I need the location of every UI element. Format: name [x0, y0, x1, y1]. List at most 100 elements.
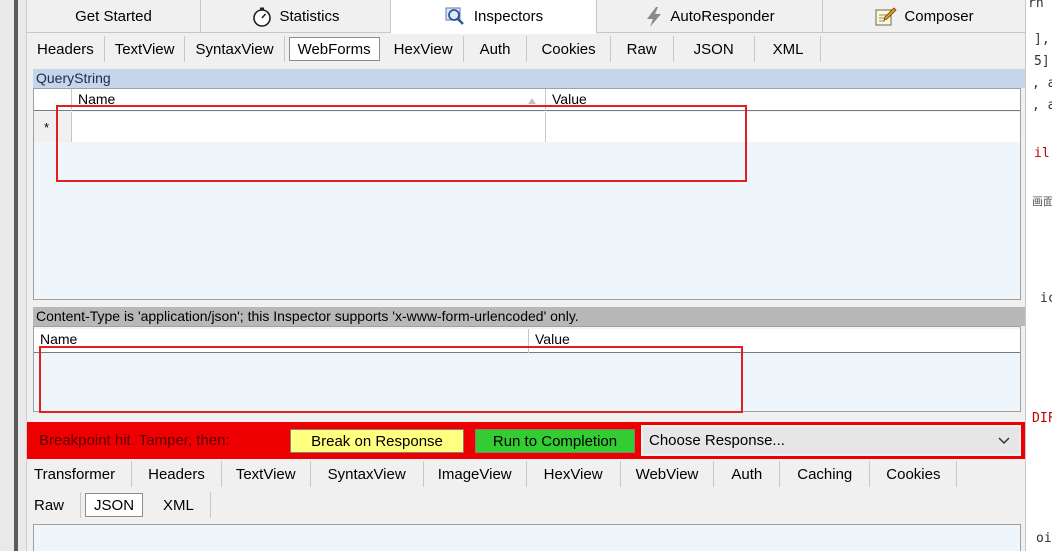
tab-label: SyntaxView — [195, 40, 274, 58]
background-code-editor: rn ], 5] , a , a il 画面 ic DIF oi — [1025, 0, 1052, 551]
code-fragment: 5] — [1034, 54, 1050, 69]
left-window-edge — [0, 0, 27, 551]
column-name-header[interactable]: Name — [34, 329, 529, 353]
tab-resp-xml[interactable]: XML — [147, 492, 211, 518]
button-label: Break on Response — [311, 432, 443, 450]
tab-label: Statistics — [279, 8, 340, 25]
tab-label: Cookies — [541, 40, 596, 58]
breakpoint-bar: Breakpoint hit. Tamper, then: Break on R… — [27, 422, 1025, 459]
tab-req-json[interactable]: JSON — [674, 36, 755, 62]
column-value-header[interactable]: Value — [529, 329, 1020, 353]
tab-resp-transformer[interactable]: Transformer — [27, 461, 133, 487]
tab-label: Get Started — [75, 8, 152, 25]
tab-get-started[interactable]: Get Started — [27, 0, 201, 33]
new-row[interactable]: * — [34, 112, 1020, 142]
code-fragment: 画面 — [1032, 195, 1052, 208]
column-label: Name — [78, 91, 116, 107]
magnifier-icon — [445, 7, 464, 25]
lightning-icon — [647, 6, 662, 27]
button-label: Run to Completion — [492, 432, 618, 450]
code-fragment: rn — [1028, 0, 1044, 11]
tab-label: SyntaxView — [327, 465, 406, 483]
tab-label: JSON — [693, 40, 734, 58]
tab-resp-raw[interactable]: Raw — [27, 492, 82, 518]
tab-statistics[interactable]: Statistics — [201, 0, 391, 33]
tab-resp-textview[interactable]: TextView — [222, 461, 311, 487]
tab-autoresponder[interactable]: AutoResponder — [597, 0, 823, 33]
column-name-header[interactable]: Name — [72, 89, 546, 111]
tab-label: ImageView — [437, 465, 512, 483]
tab-req-auth[interactable]: Auth — [464, 36, 528, 62]
response-content-area[interactable] — [33, 524, 1021, 551]
row-header-cell — [34, 89, 72, 111]
querystring-grid[interactable]: Name Value * — [33, 88, 1021, 300]
dropdown-value: Choose Response... — [649, 432, 785, 449]
name-cell[interactable] — [72, 112, 546, 142]
tab-label: Auth — [731, 465, 763, 483]
tab-label: XML — [163, 496, 194, 514]
tab-label: Raw — [34, 496, 65, 514]
body-section-header: Content-Type is 'application/json'; this… — [33, 307, 1025, 326]
tab-req-headers[interactable]: Headers — [27, 36, 105, 62]
response-subtab-strip-1: Transformer Headers TextView SyntaxView … — [27, 459, 958, 489]
code-fragment: ic — [1040, 291, 1052, 306]
tab-composer[interactable]: Composer — [823, 0, 1025, 33]
tab-label: WebForms — [297, 40, 371, 58]
code-fragment: ], — [1034, 32, 1050, 47]
break-on-response-button[interactable]: Break on Response — [290, 429, 464, 453]
tab-resp-webview[interactable]: WebView — [621, 461, 715, 487]
new-row-marker: * — [34, 112, 72, 142]
tab-resp-caching[interactable]: Caching — [780, 461, 871, 487]
column-value-header[interactable]: Value — [546, 89, 1020, 111]
tab-req-syntaxview[interactable]: SyntaxView — [185, 36, 285, 62]
tab-label: Inspectors — [473, 8, 544, 25]
run-to-completion-button[interactable]: Run to Completion — [475, 429, 635, 453]
tab-label: WebView — [635, 465, 699, 483]
tab-resp-hexview[interactable]: HexView — [527, 461, 621, 487]
tab-label: Caching — [797, 465, 853, 483]
code-fragment: DIF — [1032, 411, 1052, 426]
tab-label: Cookies — [886, 465, 941, 483]
chevron-down-icon — [998, 437, 1010, 445]
tab-label: TextView — [114, 40, 175, 58]
tab-label: XML — [772, 40, 804, 58]
tab-req-webforms[interactable]: WebForms — [288, 37, 380, 61]
tab-label: Transformer — [34, 465, 116, 483]
column-label: Name — [40, 331, 78, 347]
tab-label: Headers — [37, 40, 94, 58]
tab-req-hexview[interactable]: HexView — [384, 36, 464, 62]
tab-req-raw[interactable]: Raw — [611, 36, 674, 62]
tab-resp-cookies[interactable]: Cookies — [870, 461, 958, 487]
tab-resp-json[interactable]: JSON — [85, 493, 144, 517]
edit-pad-icon — [875, 6, 897, 25]
tab-label: Raw — [626, 40, 657, 58]
tab-resp-headers[interactable]: Headers — [132, 461, 222, 487]
code-fragment: , a — [1032, 76, 1052, 91]
tab-inspectors[interactable]: Inspectors — [391, 0, 597, 34]
tab-req-textview[interactable]: TextView — [105, 36, 186, 62]
tab-label: AutoResponder — [670, 8, 775, 25]
tab-resp-auth[interactable]: Auth — [714, 461, 781, 487]
main-tab-strip: Get Started Statistics Inspectors AutoRe… — [27, 0, 1025, 34]
tab-resp-imageview[interactable]: ImageView — [424, 461, 527, 487]
value-cell[interactable] — [546, 112, 1020, 142]
tab-req-xml[interactable]: XML — [755, 36, 821, 62]
tab-resp-syntaxview[interactable]: SyntaxView — [311, 461, 424, 487]
choose-response-dropdown[interactable]: Choose Response... — [641, 425, 1021, 456]
body-grid[interactable]: Name Value — [33, 326, 1021, 412]
tab-label: HexView — [393, 40, 453, 58]
tab-label: Headers — [148, 465, 205, 483]
tab-label: TextView — [235, 465, 296, 483]
grid-header-row: Name Value — [34, 329, 1020, 353]
tab-label: Composer — [904, 8, 974, 25]
tab-req-cookies[interactable]: Cookies — [527, 36, 611, 62]
breakpoint-message: Breakpoint hit. Tamper, then: — [39, 432, 230, 449]
stopwatch-icon — [253, 7, 272, 27]
column-label: Value — [535, 331, 570, 347]
request-subtab-strip: Headers TextView SyntaxView WebForms Hex… — [27, 34, 821, 64]
splitter-bar[interactable] — [14, 0, 18, 551]
tab-label: HexView — [543, 465, 603, 483]
fiddler-inspector-pane: Get Started Statistics Inspectors AutoRe… — [27, 0, 1025, 551]
querystring-header: QueryString — [33, 69, 1025, 88]
tab-label: JSON — [94, 496, 135, 514]
